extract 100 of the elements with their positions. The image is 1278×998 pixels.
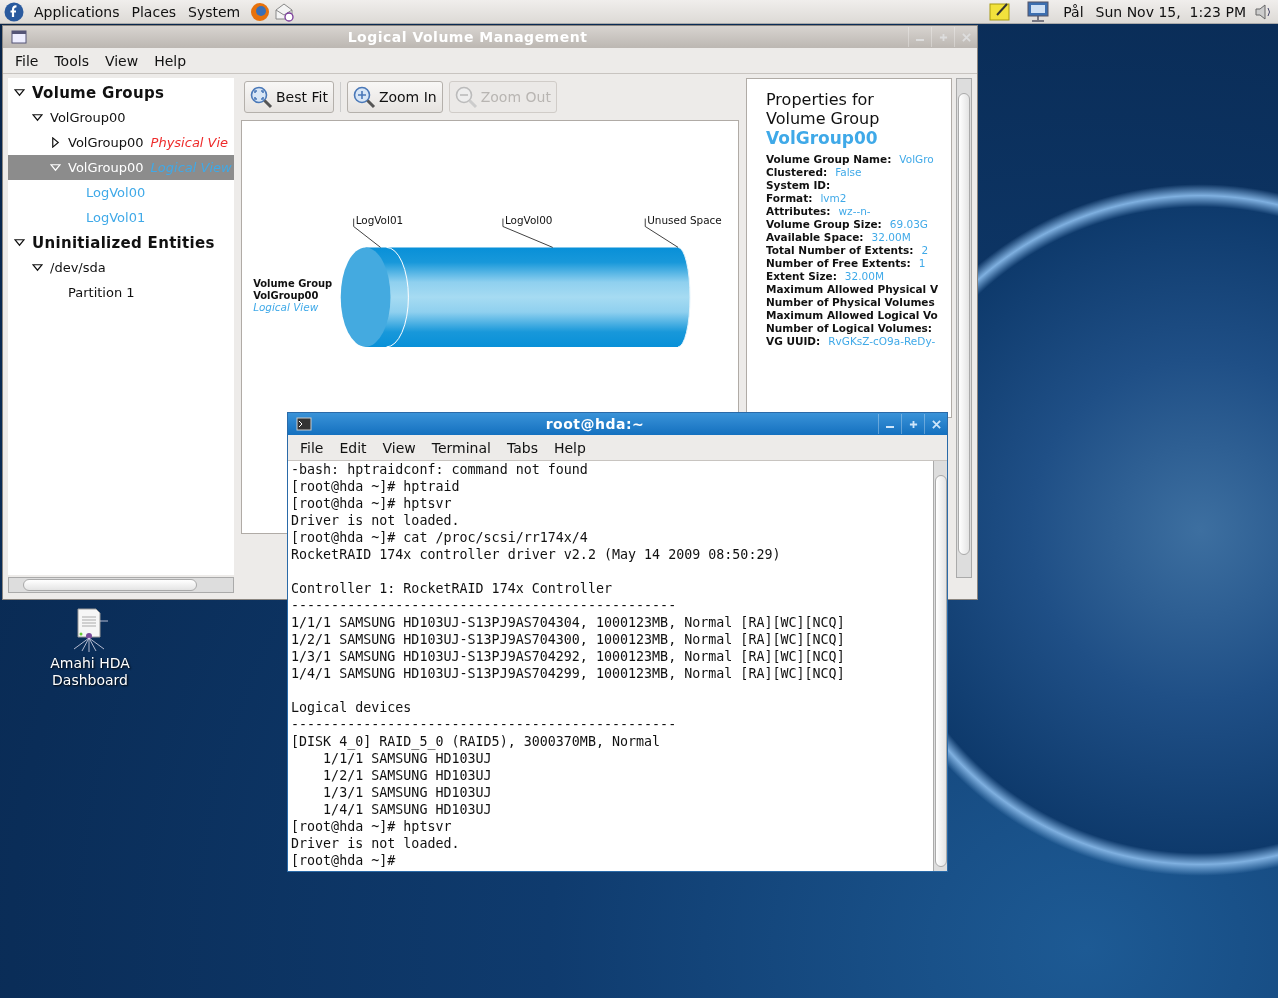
tree-label: VolGroup00: [50, 110, 126, 125]
envelope-icon[interactable]: [274, 1, 295, 22]
terminal-line: ------------------------------------------------: [291, 597, 678, 614]
minimize-icon: [886, 426, 894, 428]
menu-item[interactable]: Help: [146, 52, 195, 69]
menu-item[interactable]: Tools: [46, 52, 97, 69]
terminal-line: [root@hda ~]# cat /proc/scsi/rr174x/4: [291, 529, 589, 546]
terminal-line: Controller 1: RocketRAID 174x Controller: [291, 580, 613, 597]
expanded-triangle-icon[interactable]: [31, 112, 43, 123]
close-icon: [931, 419, 941, 429]
panel-menu[interactable]: System: [182, 3, 247, 20]
terminal-line: Driver is not loaded.: [291, 512, 461, 529]
terminal-line: [root@hda ~]# hptsvr: [291, 818, 453, 835]
property-value: 32.00M: [844, 270, 884, 283]
terminal-line: [root@hda ~]#: [291, 852, 397, 869]
volume-label: LogVol01: [86, 210, 146, 225]
property-value: 2: [921, 244, 929, 257]
properties-heading: Properties for: [766, 90, 875, 109]
terminal-line: 1/2/1 SAMSUNG HD103UJ-S13PJ9AS704300, 1000123MB, Normal [RA][WC][NCQ]: [291, 631, 846, 648]
terminal-line: 1/3/1 SAMSUNG HD103UJ: [322, 784, 493, 801]
property-label: Extent Size:: [766, 270, 837, 283]
icon-label[interactable]: Amahi HDA Dashboard: [45, 655, 135, 689]
property-value: wz--n-: [838, 205, 871, 218]
collapsed-triangle-icon[interactable]: [49, 137, 61, 148]
window-icon: [11, 30, 27, 44]
property-value: 32.00M: [871, 231, 911, 244]
scrollbar-thumb[interactable]: [935, 475, 947, 867]
fedora-logo-icon: [4, 1, 24, 22]
panel-menu[interactable]: Places: [125, 3, 183, 20]
clock[interactable]: Sun Nov 15, 1:23 PM: [1091, 3, 1250, 20]
horizontal-scrollbar[interactable]: [8, 577, 234, 593]
terminal-line: 1/4/1 SAMSUNG HD103UJ-S13PJ9AS704299, 1000123MB, Normal [RA][WC][NCQ]: [291, 665, 846, 682]
property-label: VG UUID:: [766, 335, 821, 348]
view-label: Logical View: [150, 160, 232, 175]
scrollbar-thumb[interactable]: [23, 579, 197, 591]
terminal-line: ------------------------------------------------: [291, 716, 678, 733]
tree-row[interactable]: Uninitialized Entities: [8, 230, 234, 255]
property-label: Maximum Allowed Logical Vo: [766, 309, 938, 322]
property-label: Number of Logical Volumes:: [766, 322, 933, 335]
tree-label: Partition 1: [68, 285, 135, 300]
group-name: VolGroup00: [253, 290, 319, 302]
tree-row[interactable]: VolGroup00 Physical Vie: [8, 130, 234, 155]
property-label: Available Space:: [766, 231, 864, 244]
menu-item[interactable]: File: [292, 439, 332, 456]
tree-label: VolGroup00: [68, 160, 144, 175]
window-title: root@hda:~: [544, 416, 646, 432]
tree-row[interactable]: VolGroup00: [8, 105, 234, 130]
property-label: Maximum Allowed Physical V: [766, 283, 938, 296]
property-label: Number of Free Extents:: [766, 257, 911, 270]
terminal-line: RocketRAID 174x controller driver v2.2 (May 14 2009 08:50:29): [291, 546, 782, 563]
tree-row[interactable]: /dev/sda: [8, 255, 234, 280]
property-value: VolGro: [899, 153, 934, 166]
tree-heading: Uninitialized Entities: [32, 233, 215, 252]
vertical-scrollbar[interactable]: [933, 461, 947, 871]
expanded-triangle-icon[interactable]: [13, 237, 25, 248]
properties-heading: Volume Group: [766, 109, 881, 128]
terminal-line: [root@hda ~]# hptraid: [291, 478, 461, 495]
plus-icon: [908, 419, 918, 429]
tree-heading: Volume Groups: [32, 83, 165, 102]
property-label: Number of Physical Volumes: [766, 296, 935, 309]
property-value: RvGKsZ-cO9a-ReDy-: [828, 335, 936, 348]
terminal-line: 1/3/1 SAMSUNG HD103UJ-S13PJ9AS704292, 1000123MB, Normal [RA][WC][NCQ]: [291, 648, 846, 665]
menu-item[interactable]: Tabs: [498, 439, 546, 456]
property-label: Attributes:: [766, 205, 831, 218]
magnifier-icon: [453, 85, 478, 109]
volume-label: LogVol00: [86, 185, 146, 200]
toolbar-button[interactable]: Zoom In: [346, 81, 443, 113]
terminal-line: 1/1/1 SAMSUNG HD103UJ: [322, 750, 493, 767]
panel-menu[interactable]: Applications: [28, 3, 126, 20]
segment-label: Unused Space: [647, 213, 722, 226]
property-label: Volume Group Size:: [766, 218, 882, 231]
property-label: System ID:: [766, 179, 831, 192]
menu-item[interactable]: File: [7, 52, 47, 69]
tree-label: VolGroup00: [68, 135, 144, 150]
plus-icon: [938, 32, 948, 42]
menu-item[interactable]: View: [96, 52, 147, 69]
globe-icon[interactable]: [250, 1, 271, 22]
terminal-line: Driver is not loaded.: [291, 835, 461, 852]
expanded-triangle-icon[interactable]: [31, 262, 43, 273]
close-icon: [961, 32, 971, 42]
monitor-icon[interactable]: [1027, 0, 1050, 23]
group-name: VolGroup00: [766, 128, 879, 149]
user-name[interactable]: Pål: [1059, 3, 1088, 20]
property-label: Volume Group Name:: [766, 153, 892, 166]
vertical-scrollbar[interactable]: [956, 78, 972, 578]
property-value: 69.03G: [889, 218, 928, 231]
menu-item[interactable]: Help: [545, 439, 594, 456]
toolbar-button[interactable]: Best Fit: [244, 81, 334, 113]
notepad-icon[interactable]: [989, 0, 1012, 23]
scrollbar-thumb[interactable]: [958, 93, 970, 555]
tree-row[interactable]: Partition 1: [8, 280, 234, 305]
menu-item[interactable]: View: [374, 439, 424, 456]
tree-row[interactable]: Volume Groups: [8, 80, 234, 105]
terminal-line: 1/2/1 SAMSUNG HD103UJ: [322, 767, 493, 784]
tree-label: /dev/sda: [50, 260, 106, 275]
property-label: Total Number of Extents:: [766, 244, 914, 257]
expanded-triangle-icon[interactable]: [13, 87, 25, 98]
menu-item[interactable]: Edit: [331, 439, 375, 456]
menu-item[interactable]: Terminal: [423, 439, 499, 456]
terminal-line: Logical devices: [291, 699, 413, 716]
